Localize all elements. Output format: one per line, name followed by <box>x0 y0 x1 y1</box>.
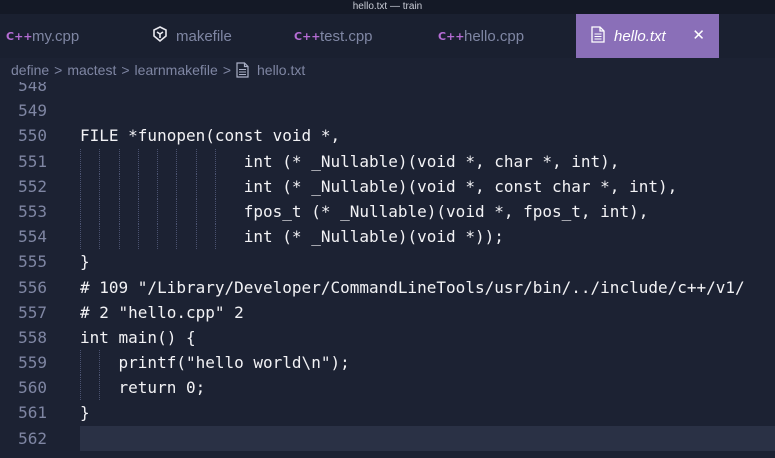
line-number: 556 <box>18 277 47 297</box>
code-line[interactable]: 560 return 0; <box>0 375 775 401</box>
tab-label: test.cpp <box>320 27 373 45</box>
code-text: printf("hello world\n"); <box>80 353 350 373</box>
text-file-icon <box>236 62 249 78</box>
code-line[interactable]: 552 int (* _Nullable)(void *, const char… <box>0 173 775 199</box>
code-line[interactable]: 561} <box>0 400 775 425</box>
c++-icon: C++ <box>438 29 465 43</box>
line-number: 557 <box>18 302 47 322</box>
makefile-icon <box>150 25 170 47</box>
code-line[interactable]: 553 fpos_t (* _Nullable)(void *, fpos_t,… <box>0 198 775 225</box>
tab-hello-cpp[interactable]: C++ hello.cpp <box>432 14 576 58</box>
code-text: int (* _Nullable)(void *, const char *, … <box>80 176 678 196</box>
tab-hello-txt[interactable]: hello.txt ✕ <box>576 14 719 58</box>
text-file-icon <box>588 25 608 47</box>
tab-label: hello.txt <box>614 27 666 45</box>
tab-makefile[interactable]: makefile <box>144 14 288 58</box>
breadcrumb: define > mactest > learnmakefile > hello… <box>0 58 775 82</box>
code-text: FILE *funopen(const void *, <box>80 126 341 146</box>
line-number: 551 <box>18 151 47 171</box>
code-text: int (* _Nullable)(void *)); <box>80 227 504 247</box>
tab-bar: C++ my.cpp makefile C++ test.cpp C++ hel… <box>0 14 775 58</box>
code-line[interactable]: 559 printf("hello world\n"); <box>0 350 775 376</box>
tab-label: hello.cpp <box>464 27 525 45</box>
code-text: # 2 "hello.cpp" 2 <box>80 302 244 322</box>
line-number: 549 <box>18 101 47 121</box>
line-number: 554 <box>18 227 47 247</box>
breadcrumb-item-learnmakefile[interactable]: learnmakefile <box>135 62 218 78</box>
c++-icon: C++ <box>294 29 321 43</box>
code-line[interactable]: 549 <box>0 98 775 123</box>
line-number: 560 <box>18 378 47 398</box>
tab-test-cpp[interactable]: C++ test.cpp <box>288 14 432 58</box>
code-text: } <box>80 252 90 272</box>
code-line[interactable]: 551 int (* _Nullable)(void *, char *, in… <box>0 148 775 174</box>
code-text: # 109 "/Library/Developer/CommandLineToo… <box>80 277 745 297</box>
line-number: 559 <box>18 353 47 373</box>
breadcrumb-separator: > <box>121 62 130 78</box>
window-title: hello.txt — train <box>0 0 775 14</box>
code-line[interactable]: 554 int (* _Nullable)(void *)); <box>0 224 775 250</box>
code-text: fpos_t (* _Nullable)(void *, fpos_t, int… <box>80 201 649 221</box>
code-line[interactable]: 558 int main() { <box>0 325 775 350</box>
breadcrumb-item-hello-txt[interactable]: hello.txt <box>257 62 305 78</box>
code-text: int main() { <box>80 327 196 347</box>
line-number: 550 <box>18 126 47 146</box>
code-line[interactable]: 562 <box>0 425 775 451</box>
code-line[interactable]: 555} <box>0 249 775 274</box>
line-number: 555 <box>18 252 47 272</box>
code-text: return 0; <box>80 378 206 398</box>
tab-label: my.cpp <box>32 27 80 45</box>
close-icon[interactable]: ✕ <box>692 26 705 44</box>
editor-window: hello.txt — train C++ my.cpp makefile C+… <box>0 0 775 458</box>
line-number: 562 <box>18 428 47 448</box>
line-number: 561 <box>18 403 47 423</box>
tab-label: makefile <box>176 27 232 45</box>
breadcrumb-separator: > <box>222 62 231 78</box>
breadcrumb-separator: > <box>54 62 63 78</box>
line-number: 548 <box>18 82 47 95</box>
code-line[interactable]: 557 # 2 "hello.cpp" 2 <box>0 300 775 325</box>
breadcrumb-item-define[interactable]: define <box>11 62 49 78</box>
c++-icon: C++ <box>6 29 33 43</box>
code-editor[interactable]: 548 549 550 FILE *funopen(const void *, 551 … <box>0 82 775 458</box>
code-line[interactable]: 548 <box>0 82 775 98</box>
code-line[interactable]: 556 # 109 "/Library/Developer/CommandLine… <box>0 275 775 300</box>
breadcrumb-item-mactest[interactable]: mactest <box>67 62 116 78</box>
code-text: int (* _Nullable)(void *, char *, int), <box>80 151 620 171</box>
line-number: 553 <box>18 201 47 221</box>
code-line[interactable]: 550 FILE *funopen(const void *, <box>0 123 775 148</box>
current-line-highlight <box>80 425 775 451</box>
tab-my-cpp[interactable]: C++ my.cpp <box>0 14 144 58</box>
line-number: 558 <box>18 327 47 347</box>
code-text: } <box>80 403 90 423</box>
line-number: 552 <box>18 176 47 196</box>
